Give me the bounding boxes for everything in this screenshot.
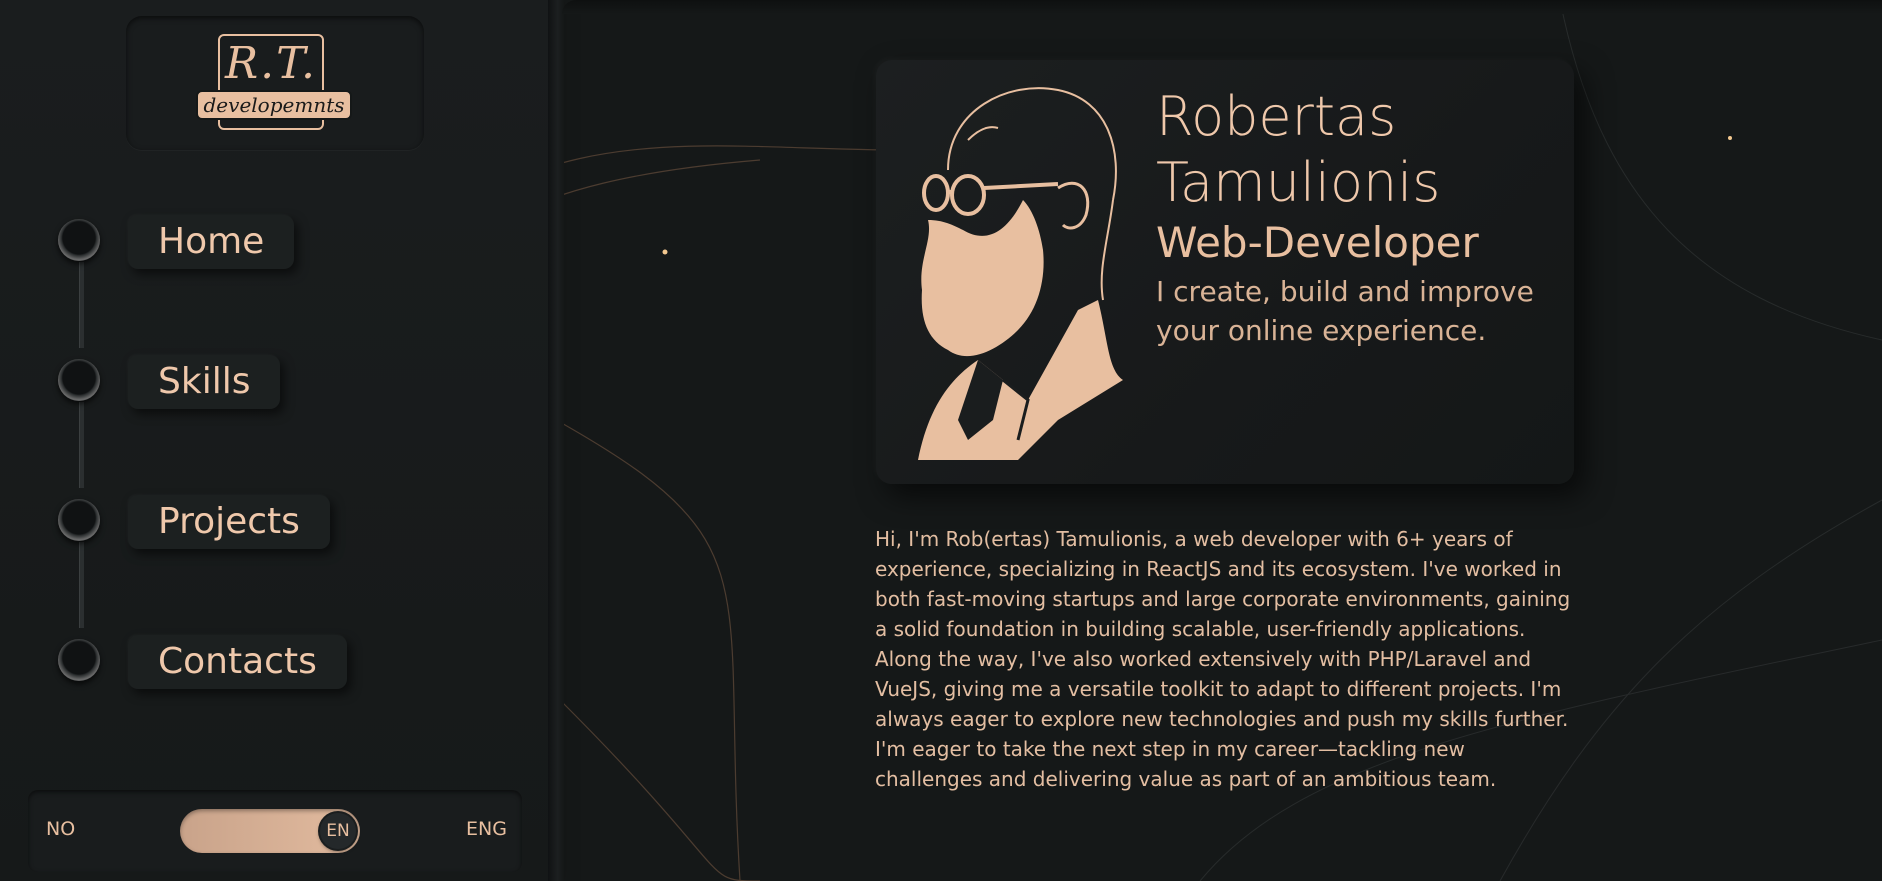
nav-knob-home[interactable] <box>58 219 100 261</box>
language-label-eng[interactable]: ENG <box>466 818 507 840</box>
nav-item-contacts[interactable]: Contacts <box>128 635 347 689</box>
nav-knob-skills[interactable] <box>58 359 100 401</box>
hero-last-name: Tamulionis <box>1156 151 1441 214</box>
language-label-no[interactable]: NO <box>46 818 75 840</box>
nav-item-projects[interactable]: Projects <box>128 495 330 549</box>
main-panel-edge <box>562 0 1882 14</box>
nav-knob-contacts[interactable] <box>58 639 100 681</box>
hero-tagline: I create, build and improve your online … <box>1156 275 1534 347</box>
logo-tagline: developemnts <box>196 90 352 120</box>
hero-role: Web-Developer <box>1156 218 1479 267</box>
language-toggle-thumb[interactable]: EN <box>320 813 356 849</box>
about-section: Hi, I'm Rob(ertas) Tamulionis, a web dev… <box>875 524 1575 794</box>
about-paragraph: I'm eager to take the next step in my ca… <box>875 737 1497 791</box>
nav-rail-segment <box>79 402 84 488</box>
hero-name: Robertas Tamulionis <box>1156 84 1556 216</box>
nav-item-home[interactable]: Home <box>128 215 295 269</box>
sidebar-divider <box>548 0 564 881</box>
hero-first-name: Robertas <box>1156 85 1397 148</box>
nav-rail-segment <box>79 262 84 348</box>
portrait-illustration <box>918 87 1123 460</box>
about-paragraph: Hi, I'm Rob(ertas) Tamulionis, a web dev… <box>875 527 1571 641</box>
language-toggle[interactable]: EN <box>180 809 360 853</box>
logo-initials: R.T. <box>225 38 317 89</box>
nav-rail-segment <box>79 542 84 628</box>
about-paragraph: Along the way, I've also worked extensiv… <box>875 647 1569 731</box>
nav-knob-projects[interactable] <box>58 499 100 541</box>
nav-item-skills[interactable]: Skills <box>128 355 281 409</box>
